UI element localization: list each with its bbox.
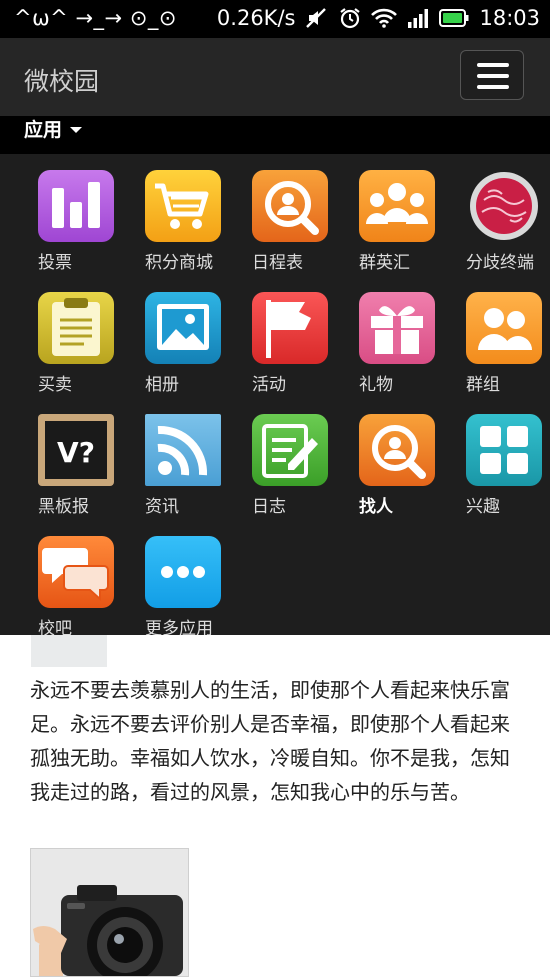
app-grid: 投票 积分商城 日程表 群英汇 分歧终端 买卖 相册 活动 礼物 群组 V? 黑… <box>0 154 550 635</box>
category-dropdown-label: 应用 <box>24 119 63 141</box>
app-groups[interactable]: 群组 <box>462 276 550 395</box>
rss-icon <box>145 414 221 486</box>
caret-down-icon <box>70 127 83 133</box>
bar-chart-icon <box>38 170 114 242</box>
battery-icon <box>439 9 469 27</box>
app-label: 日程表 <box>252 253 303 273</box>
chat-icon <box>38 536 114 608</box>
app-find-people[interactable]: 找人 <box>355 398 455 517</box>
status-emoticons: ^ω^ →_→ ⊙_⊙ <box>14 6 178 30</box>
group-icon <box>466 292 542 364</box>
flag-icon <box>252 292 328 364</box>
camera-photo <box>31 849 188 976</box>
app-more[interactable]: 更多应用 <box>141 520 241 635</box>
app-label: 更多应用 <box>145 619 213 635</box>
planet-icon <box>466 170 542 242</box>
app-label: 群组 <box>466 375 500 395</box>
app-header: 微校园 <box>0 38 550 116</box>
shopping-cart-icon <box>145 170 221 242</box>
search-person-icon <box>252 170 328 242</box>
network-speed: 0.26K/s <box>216 6 296 30</box>
app-label: 积分商城 <box>145 253 213 273</box>
app-label: 校吧 <box>38 619 72 635</box>
menu-button[interactable] <box>460 50 524 100</box>
alarm-icon <box>340 8 361 29</box>
app-interests[interactable]: 兴趣 <box>462 398 550 517</box>
app-campus-forum[interactable]: 校吧 <box>34 520 134 635</box>
notepad-icon <box>38 292 114 364</box>
app-label: 群英汇 <box>359 253 410 273</box>
hamburger-icon <box>477 63 509 67</box>
app-divergence-terminal[interactable]: 分歧终端 <box>462 154 550 273</box>
search-person-icon <box>359 414 435 486</box>
app-label: 买卖 <box>38 375 72 395</box>
app-journal[interactable]: 日志 <box>248 398 348 517</box>
app-news[interactable]: 资讯 <box>141 398 241 517</box>
app-events[interactable]: 活动 <box>248 276 348 395</box>
mute-icon <box>306 8 327 28</box>
app-label: 礼物 <box>359 375 393 395</box>
app-title: 微校园 <box>24 67 100 96</box>
app-qunyinghui[interactable]: 群英汇 <box>355 154 455 273</box>
app-vote[interactable]: 投票 <box>34 154 134 273</box>
status-bar: ^ω^ →_→ ⊙_⊙ 0.26K/s 18:03 <box>0 0 550 38</box>
app-label: 找人 <box>359 497 393 517</box>
feed-content: 永远不要去羡慕别人的生活，即使那个人看起来快乐富足。永远不要去评价别人是否幸福，… <box>0 635 550 977</box>
app-label: 投票 <box>38 253 72 273</box>
app-label: 日志 <box>252 497 286 517</box>
avatar[interactable] <box>31 635 107 667</box>
category-dropdown-bar: 应用 <box>0 116 550 154</box>
app-points-mall[interactable]: 积分商城 <box>141 154 241 273</box>
blackboard-icon: V? <box>38 414 114 486</box>
app-label: 活动 <box>252 375 286 395</box>
post-photo[interactable] <box>30 848 189 977</box>
wifi-icon <box>371 8 398 28</box>
app-blackboard[interactable]: V? 黑板报 <box>34 398 134 517</box>
app-label: 相册 <box>145 375 179 395</box>
picture-icon <box>145 292 221 364</box>
clock-time: 18:03 <box>479 6 540 30</box>
edit-icon <box>252 414 328 486</box>
signal-icon <box>408 9 429 28</box>
app-album[interactable]: 相册 <box>141 276 241 395</box>
category-dropdown[interactable]: 应用 <box>24 115 83 142</box>
post-text: 永远不要去羡慕别人的生活，即使那个人看起来快乐富足。永远不要去评价别人是否幸福，… <box>30 678 510 804</box>
more-icon <box>145 536 221 608</box>
tiles-icon <box>466 414 542 486</box>
app-label: 分歧终端 <box>466 253 534 273</box>
app-label: 兴趣 <box>466 497 500 517</box>
app-label: 黑板报 <box>38 497 89 517</box>
app-gift[interactable]: 礼物 <box>355 276 455 395</box>
status-right: 0.26K/s 18:03 <box>217 6 540 30</box>
app-label: 资讯 <box>145 497 179 517</box>
app-trade[interactable]: 买卖 <box>34 276 134 395</box>
svg-text:V?: V? <box>57 436 95 469</box>
group-icon <box>359 170 435 242</box>
gift-icon <box>359 292 435 364</box>
app-schedule[interactable]: 日程表 <box>248 154 348 273</box>
